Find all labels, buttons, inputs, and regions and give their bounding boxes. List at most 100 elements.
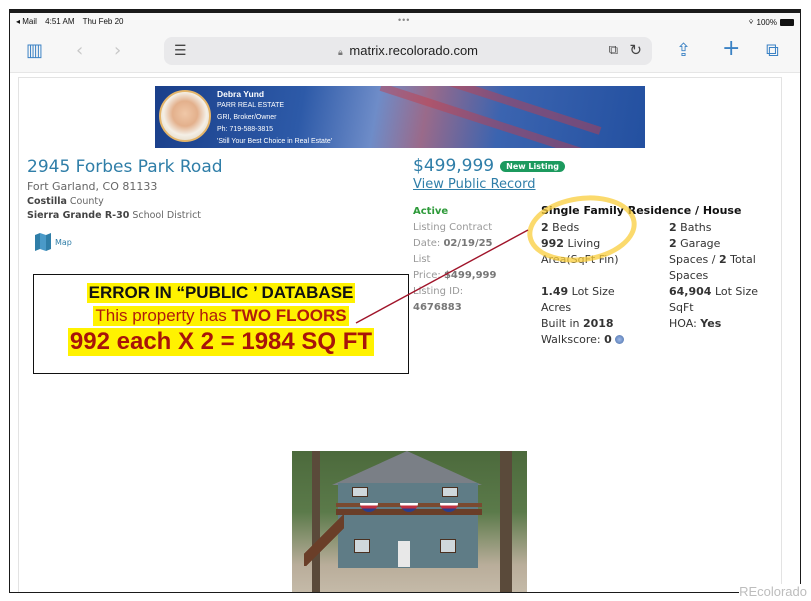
total-spaces-value: 2 [718,253,727,266]
agent-phone: Ph: 719-588-3815 [217,126,274,133]
callout-line2-text: This property has [95,306,232,325]
agent-name: Debra Yund [217,89,265,99]
url-text[interactable]: matrix.recolorado.com [349,43,478,58]
beds: 2 Beds [541,220,671,236]
city-state-zip: Fort Garland, CO 81133 [27,180,158,193]
hoa-label: HOA: [669,317,701,330]
garage: 2 Garage [669,236,789,252]
wifi-icon: ⩒ [748,17,754,26]
walkscore: Walkscore: 0 [541,332,671,348]
listing-id-label: Listing ID: [413,286,464,297]
sidebar-toggle-icon[interactable]: ▥ [26,41,43,61]
contract-date-label: Date: [413,238,444,249]
living-area-unit: Area(SqFt Fin) [541,253,619,266]
battery-icon [780,18,794,26]
forward-chevron-icon[interactable]: › [114,41,121,61]
listing-meta: Active Listing Contract Date: 02/19/25 L… [413,204,533,316]
extension-icon[interactable]: ⧉ [609,42,618,58]
walkscore-label: Walkscore: [541,333,605,346]
total-spaces-unit: Spaces [669,269,709,282]
listing-page: Debra Yund PARR REAL ESTATE GRI, Broker/… [18,77,783,592]
share-icon[interactable]: ⇪ [676,41,691,61]
living-area-value: 992 [541,237,564,250]
year-built-value: 2018 [582,317,614,330]
back-to-mail-link[interactable]: ◂ Mail [16,17,37,26]
address-block: 2945 Forbes Park Road Fort Garland, CO 8… [27,156,407,251]
agent-title: GRI, Broker/Owner [217,114,277,121]
error-callout-box: ERROR IN “PUBLIC ’ DATABASE This propert… [33,274,409,374]
hoa: HOA: Yes [669,316,789,332]
year-built: Built in 2018 [541,316,671,332]
total-spaces-label: Total [726,253,756,266]
county: Costilla County [27,196,407,207]
county-label: County [66,196,104,207]
reload-icon[interactable]: ↻ [629,41,642,59]
list-price: $499,999 [443,270,497,281]
county-name: Costilla [27,196,67,207]
district-label: School District [129,210,202,221]
map-icon [35,233,51,251]
beds-value: 2 [541,221,549,234]
agent-banner: Debra Yund PARR REAL ESTATE GRI, Broker/… [155,86,645,148]
status-date: Thu Feb 20 [82,17,124,26]
new-tab-plus-icon[interactable]: + [722,38,740,60]
price-block: $499,999 New Listing View Public Record [413,156,783,192]
multitasking-dots[interactable]: ••• [398,15,410,25]
beds-label: Beds [548,221,580,234]
ipad-screenshot-frame: ◂ Mail 4:51 AM Thu Feb 20 ••• ⩒ 100% ▥ ‹… [9,9,801,593]
listing-id: 4676883 [413,302,462,313]
property-photo[interactable] [292,451,527,592]
listing-price: $499,999 [413,156,495,176]
baths: 2 Baths [669,220,789,236]
property-type: Single Family Residence / House [541,204,742,217]
recolorado-watermark: REcolorado [739,584,807,599]
year-built-label: Built in [541,317,583,330]
map-label[interactable]: Map [55,238,72,247]
walkscore-globe-icon[interactable] [615,335,625,344]
walkscore-value: 0 [604,333,612,346]
tabs-overview-icon[interactable]: ⧉ [766,41,779,61]
school-district: Sierra Grande R-30 School District [27,210,407,221]
garage-spaces-label: Spaces / [669,253,719,266]
lot-acres-unit: Acres [541,301,572,314]
list-price-label-2: Price: [413,270,444,281]
safari-toolbar: ▥ ‹ › ☰ 🔒︎ matrix.recolorado.com ⧉ ↻ ⇪ +… [10,33,800,73]
listing-status: Active [413,206,449,217]
agent-photo [159,90,211,142]
lot-acres-label: Lot Size [568,285,615,298]
callout-calculation: 992 each X 2 = 1984 SQ FT [67,328,375,356]
contract-date: 02/19/25 [443,238,493,249]
address-bar[interactable]: ☰ 🔒︎ matrix.recolorado.com ⧉ ↻ [164,37,652,65]
lot-acres: 1.49 Lot Size [541,284,671,300]
new-listing-badge: New Listing [500,160,566,172]
lot-sqft: 64,904 Lot Size [669,284,789,300]
lot-sqft-unit: SqFt [669,301,694,314]
lock-icon: 🔒︎ [337,47,343,57]
property-facts-left: 2 Beds 992 Living Area(SqFt Fin) 1.49 Lo… [541,220,671,348]
agent-brokerage: PARR REAL ESTATE [217,102,285,109]
garage-value: 2 [669,237,677,250]
list-price-label: List [413,254,431,265]
baths-value: 2 [669,221,677,234]
contract-label: Listing Contract [413,222,493,233]
callout-two-floors: TWO FLOORS [231,306,347,325]
street-address: 2945 Forbes Park Road [27,157,223,177]
view-public-record-link[interactable]: View Public Record [413,177,783,192]
living-area-label: Living [563,237,601,250]
back-chevron-icon[interactable]: ‹ [76,41,83,61]
garage-label: Garage [676,237,721,250]
district-name: Sierra Grande R-30 [27,210,130,221]
agent-tagline: 'Still Your Best Choice in Real Estate' [217,138,333,145]
map-link[interactable]: Map [35,233,407,251]
baths-label: Baths [676,221,712,234]
lot-sqft-value: 64,904 [669,285,712,298]
lot-sqft-label: Lot Size [711,285,759,298]
status-time: 4:51 AM [45,17,75,26]
battery-percent: 100% [756,17,777,27]
lot-acres-value: 1.49 [541,285,569,298]
property-facts-right: 2 Baths 2 Garage Spaces / 2 Total Spaces… [669,220,789,332]
ios-status-bar: ◂ Mail 4:51 AM Thu Feb 20 ••• ⩒ 100% [10,13,800,33]
living-area: 992 Living [541,236,671,252]
callout-heading: ERROR IN “PUBLIC ’ DATABASE [86,283,356,303]
hoa-value: Yes [700,317,722,330]
